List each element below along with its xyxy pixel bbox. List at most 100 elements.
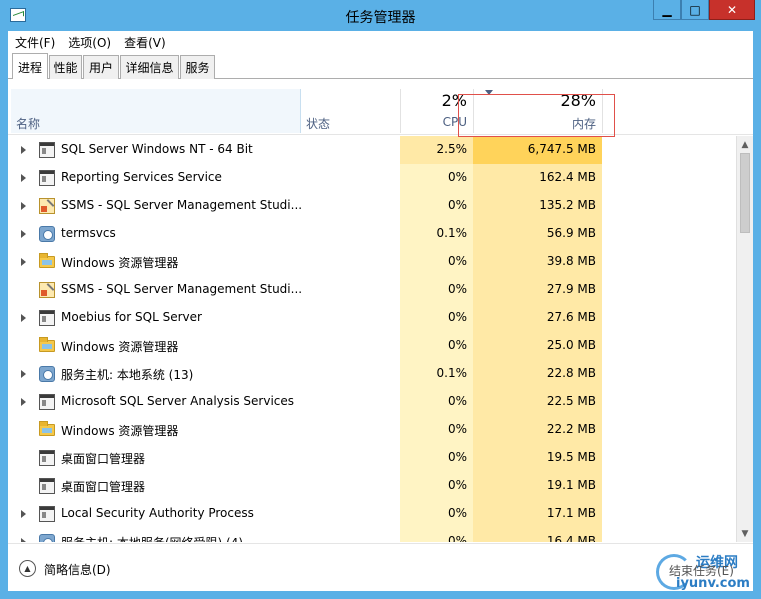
process-row[interactable]: 服务主机: 本地服务(网络受限) (4) 0% 16.4 MB bbox=[8, 528, 736, 542]
window-controls: ▁ □ ✕ bbox=[653, 0, 755, 20]
window-title: 任务管理器 bbox=[345, 10, 416, 26]
process-row[interactable]: Microsoft SQL Server Analysis Services 0%… bbox=[8, 388, 736, 416]
process-cpu: 0% bbox=[447, 478, 467, 492]
fewer-details-button[interactable]: 简略信息(D) bbox=[44, 561, 111, 578]
tab-services[interactable]: 服务 bbox=[180, 55, 215, 79]
process-memory: 6,747.5 MB bbox=[527, 142, 596, 156]
process-row[interactable]: SSMS - SQL Server Management Studi... 0% 1… bbox=[8, 192, 736, 220]
process-row[interactable]: Windows 资源管理器 0% 39.8 MB bbox=[8, 248, 736, 276]
process-memory: 27.9 MB bbox=[546, 282, 596, 296]
column-divider bbox=[400, 89, 401, 133]
watermark-bottom-text: iyunv.com bbox=[676, 576, 750, 591]
expand-chevron-icon[interactable] bbox=[21, 370, 26, 378]
process-name: Windows 资源管理器 bbox=[61, 256, 179, 270]
process-name: SSMS - SQL Server Management Studi... bbox=[61, 282, 303, 296]
tab-details[interactable]: 详细信息 bbox=[120, 55, 179, 79]
tab-users[interactable]: 用户 bbox=[83, 55, 119, 79]
process-cpu: 0% bbox=[447, 450, 467, 464]
status-column-header[interactable]: 状态 bbox=[306, 115, 330, 132]
name-column-header[interactable] bbox=[11, 89, 301, 133]
process-row[interactable]: 桌面窗口管理器 0% 19.5 MB bbox=[8, 444, 736, 472]
process-name: 桌面窗口管理器 bbox=[61, 480, 146, 494]
process-memory: 27.6 MB bbox=[546, 310, 596, 324]
process-cpu: 0% bbox=[447, 394, 467, 408]
window-icon bbox=[39, 310, 55, 326]
process-row[interactable]: 桌面窗口管理器 0% 19.1 MB bbox=[8, 472, 736, 500]
process-row[interactable]: termsvcs 0.1% 56.9 MB bbox=[8, 220, 736, 248]
annotation-highlight-box bbox=[458, 94, 615, 137]
expand-chevron-icon[interactable] bbox=[21, 230, 26, 238]
process-memory: 19.5 MB bbox=[546, 450, 596, 464]
window-icon bbox=[39, 478, 55, 494]
process-row[interactable]: Local Security Authority Process 0% 17.1 M… bbox=[8, 500, 736, 528]
gear-icon bbox=[39, 226, 55, 242]
chevron-up-icon[interactable]: ▲ bbox=[19, 560, 36, 577]
process-memory: 19.1 MB bbox=[546, 478, 596, 492]
tab-processes[interactable]: 进程 bbox=[12, 53, 48, 80]
tab-strip: 进程 性能 用户 详细信息 服务 bbox=[8, 53, 753, 80]
name-column-label: 名称 bbox=[16, 117, 41, 131]
expand-chevron-icon[interactable] bbox=[21, 510, 26, 518]
process-cpu: 0% bbox=[447, 254, 467, 268]
window-icon bbox=[39, 450, 55, 466]
column-headers: 名称 状态 2% CPU 28% 内存 bbox=[8, 79, 753, 135]
folder-icon bbox=[39, 421, 55, 436]
process-cpu: 0.1% bbox=[436, 366, 468, 380]
folder-icon bbox=[39, 253, 55, 268]
process-row[interactable]: SQL Server Windows NT - 64 Bit 2.5% 6,747.… bbox=[8, 136, 736, 164]
process-cpu: 0% bbox=[447, 338, 467, 352]
expand-chevron-icon[interactable] bbox=[21, 398, 26, 406]
process-row[interactable]: Windows 资源管理器 0% 22.2 MB bbox=[8, 416, 736, 444]
process-row[interactable]: Reporting Services Service 0% 162.4 MB bbox=[8, 164, 736, 192]
vertical-scrollbar[interactable]: ▲ ▼ bbox=[736, 136, 753, 542]
menu-view[interactable]: 查看(V) bbox=[124, 34, 166, 51]
gear-icon bbox=[39, 366, 55, 382]
scroll-up-icon[interactable]: ▲ bbox=[737, 136, 753, 153]
expand-chevron-icon[interactable] bbox=[21, 258, 26, 266]
footer-bar: ▲ 简略信息(D) bbox=[8, 543, 753, 591]
window-icon bbox=[39, 170, 55, 186]
menu-bar: 文件(F) 选项(O) 查看(V) bbox=[8, 31, 753, 53]
minimize-button[interactable]: ▁ bbox=[653, 0, 681, 20]
ssms-icon bbox=[39, 282, 55, 298]
process-cpu: 0% bbox=[447, 198, 467, 212]
process-row[interactable]: Moebius for SQL Server 0% 27.6 MB bbox=[8, 304, 736, 332]
scrollbar-thumb[interactable] bbox=[740, 153, 750, 233]
window-client: 文件(F) 选项(O) 查看(V) 进程 性能 用户 详细信息 服务 名称 状态… bbox=[8, 31, 753, 591]
process-memory: 25.0 MB bbox=[546, 338, 596, 352]
tab-performance[interactable]: 性能 bbox=[49, 55, 82, 79]
process-cpu: 0.1% bbox=[436, 226, 468, 240]
title-bar: 任务管理器 ▁ □ ✕ bbox=[0, 0, 761, 31]
process-name: SQL Server Windows NT - 64 Bit bbox=[61, 142, 253, 156]
process-name: termsvcs bbox=[61, 226, 116, 240]
process-name: SSMS - SQL Server Management Studi... bbox=[61, 198, 303, 212]
scroll-down-icon[interactable]: ▼ bbox=[737, 525, 753, 542]
process-cpu: 0% bbox=[447, 170, 467, 184]
window-icon bbox=[39, 506, 55, 522]
menu-file[interactable]: 文件(F) bbox=[15, 34, 55, 51]
process-name: Local Security Authority Process bbox=[61, 506, 254, 520]
process-row[interactable]: Windows 资源管理器 0% 25.0 MB bbox=[8, 332, 736, 360]
close-button[interactable]: ✕ bbox=[709, 0, 755, 20]
process-name: Windows 资源管理器 bbox=[61, 424, 179, 438]
process-name: Moebius for SQL Server bbox=[61, 310, 202, 324]
expand-chevron-icon[interactable] bbox=[21, 314, 26, 322]
process-memory: 16.4 MB bbox=[546, 534, 596, 542]
process-name: 桌面窗口管理器 bbox=[61, 452, 146, 466]
expand-chevron-icon[interactable] bbox=[21, 202, 26, 210]
process-list: SQL Server Windows NT - 64 Bit 2.5% 6,747.… bbox=[8, 136, 736, 542]
maximize-button[interactable]: □ bbox=[681, 0, 709, 20]
expand-chevron-icon[interactable] bbox=[21, 146, 26, 154]
menu-options[interactable]: 选项(O) bbox=[68, 34, 111, 51]
process-memory: 22.2 MB bbox=[546, 422, 596, 436]
process-name: 服务主机: 本地系统 (13) bbox=[61, 368, 194, 382]
process-row[interactable]: SSMS - SQL Server Management Studi... 0% 2… bbox=[8, 276, 736, 304]
folder-icon bbox=[39, 337, 55, 352]
expand-chevron-icon[interactable] bbox=[21, 174, 26, 182]
process-row[interactable]: 服务主机: 本地系统 (13) 0.1% 22.8 MB bbox=[8, 360, 736, 388]
process-cpu: 0% bbox=[447, 534, 467, 542]
process-cpu: 0% bbox=[447, 422, 467, 436]
process-memory: 56.9 MB bbox=[546, 226, 596, 240]
window-icon bbox=[39, 394, 55, 410]
expand-chevron-icon[interactable] bbox=[21, 538, 26, 542]
